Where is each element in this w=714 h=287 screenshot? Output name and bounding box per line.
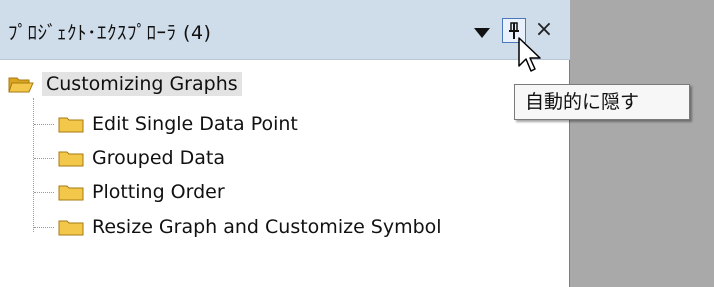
project-tree: Customizing Graphs Edit Single Data Poin… [0, 60, 569, 287]
tree-connector-branch [34, 192, 54, 193]
tree-connector-branch [34, 124, 54, 125]
tree-connector-branch [34, 158, 54, 159]
panel-titlebar[interactable]: ﾌﾟﾛｼﾞｪｸﾄ･ｴｸｽﾌﾟﾛｰﾗ (4) × [0, 0, 570, 60]
tree-item-label: Grouped Data [92, 147, 225, 169]
tree-item-label: Edit Single Data Point [92, 113, 298, 135]
folder-icon [58, 185, 84, 201]
tree-item[interactable]: Grouped Data [58, 144, 225, 172]
folder-icon [58, 117, 84, 133]
tree-item[interactable]: Plotting Order [58, 178, 225, 206]
tree-connector-branch [34, 227, 54, 228]
tree-item[interactable]: Edit Single Data Point [58, 110, 298, 138]
tree-connector-line [33, 98, 34, 232]
window-position-dropdown-icon[interactable] [474, 25, 490, 38]
folder-icon [58, 151, 84, 167]
mouse-pointer-icon [518, 37, 541, 72]
tree-item-label: Customizing Graphs [42, 72, 242, 96]
tree-item-root[interactable]: Customizing Graphs [8, 70, 242, 98]
folder-icon [58, 220, 84, 236]
project-explorer-panel: ﾌﾟﾛｼﾞｪｸﾄ･ｴｸｽﾌﾟﾛｰﾗ (4) × Customizing Grap… [0, 0, 570, 287]
tree-item-label: Plotting Order [92, 181, 225, 203]
open-folder-icon [8, 77, 34, 93]
panel-title: ﾌﾟﾛｼﾞｪｸﾄ･ｴｸｽﾌﾟﾛｰﾗ (4) [8, 22, 212, 44]
tree-item-label: Resize Graph and Customize Symbol [92, 216, 442, 238]
auto-hide-tooltip: 自動的に隠す [514, 84, 690, 120]
tree-item[interactable]: Resize Graph and Customize Symbol [58, 213, 442, 241]
